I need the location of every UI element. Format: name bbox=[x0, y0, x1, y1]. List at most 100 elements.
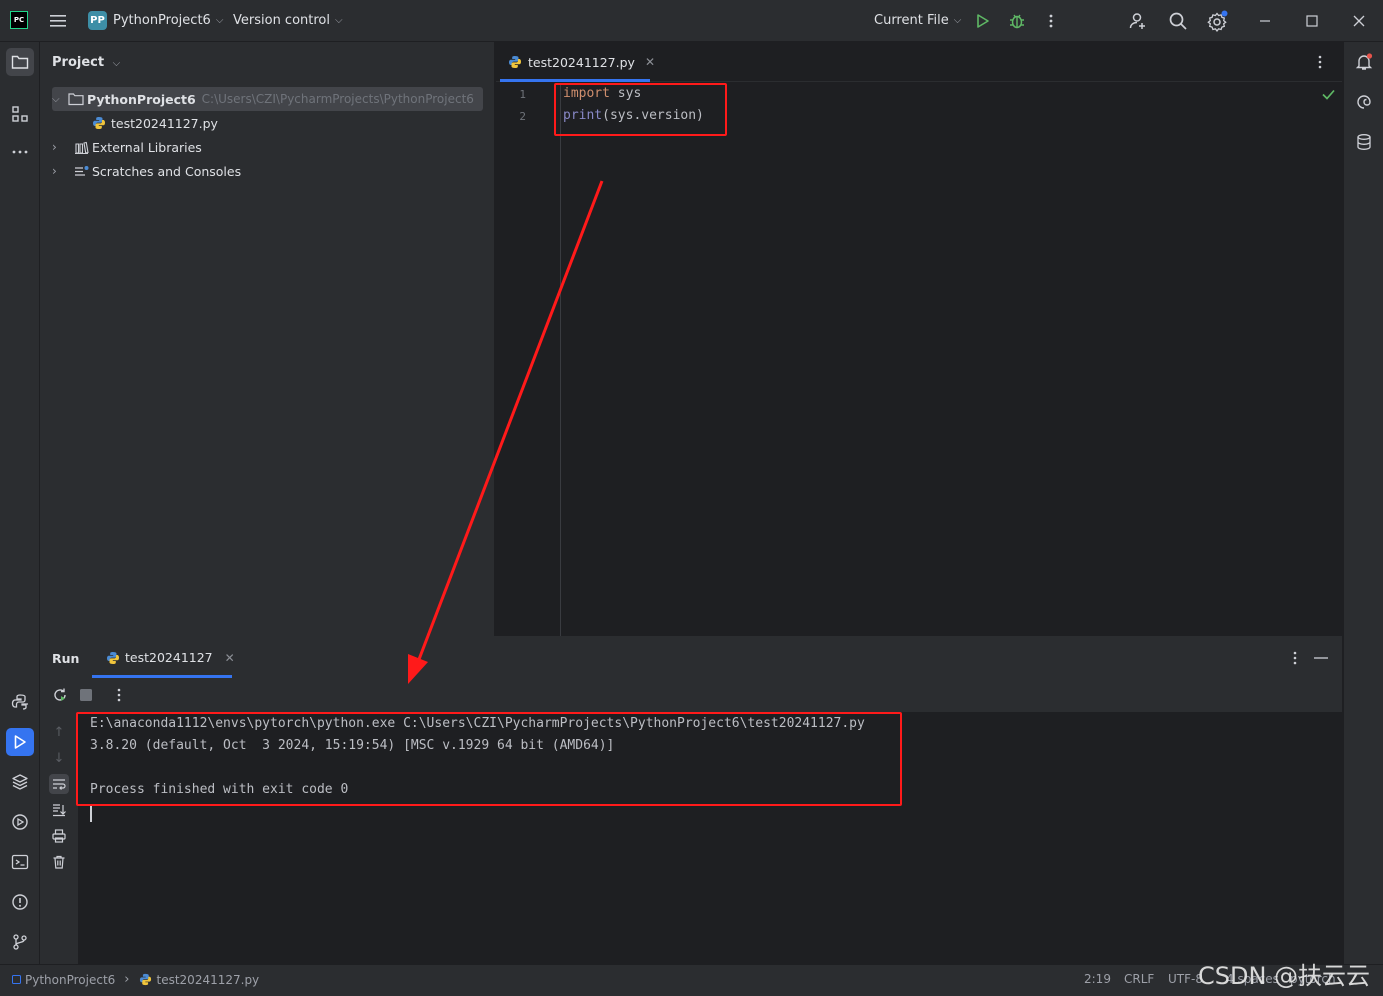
git-tool-button[interactable] bbox=[6, 928, 34, 956]
more-actions-icon[interactable] bbox=[117, 687, 121, 703]
maximize-window-icon[interactable] bbox=[1301, 10, 1323, 32]
hide-panel-icon[interactable] bbox=[1314, 657, 1328, 659]
debug-button[interactable] bbox=[1006, 10, 1028, 32]
project-badge[interactable]: PP bbox=[88, 11, 107, 30]
project-root-name: PythonProject6 bbox=[87, 91, 196, 107]
breadcrumb-file[interactable]: test20241127.py bbox=[157, 973, 260, 987]
minimize-window-icon[interactable] bbox=[1254, 10, 1276, 32]
run-config-selector[interactable]: Current File ⌵ bbox=[874, 13, 961, 28]
project-view-selector[interactable]: Project ⌵ bbox=[52, 55, 120, 70]
tree-item-project-root[interactable]: ⌵ PythonProject6 C:\Users\CZI\PycharmPro… bbox=[52, 87, 483, 111]
run-config-label: Current File bbox=[874, 13, 949, 28]
code-line-1[interactable]: import sys bbox=[563, 86, 641, 101]
main-menu-icon[interactable] bbox=[48, 12, 68, 30]
python-file-icon bbox=[93, 117, 105, 129]
database-tool-button[interactable] bbox=[1350, 128, 1378, 156]
ai-assistant-tool-button[interactable] bbox=[1350, 88, 1378, 116]
soft-wrap-icon[interactable] bbox=[49, 774, 69, 794]
print-icon[interactable] bbox=[49, 826, 69, 846]
editor-tab[interactable]: test20241127.py ✕ bbox=[496, 42, 669, 82]
console-output-line: E:\anaconda1112\envs\pytorch\python.exe … bbox=[90, 716, 865, 731]
arrow-up-icon[interactable]: ↑ bbox=[49, 722, 69, 742]
rerun-icon[interactable] bbox=[52, 687, 68, 703]
project-tool-button[interactable] bbox=[6, 48, 34, 76]
run-panel-title: Run bbox=[52, 651, 80, 666]
builtin-token: print bbox=[563, 108, 603, 123]
code-token: sys bbox=[609, 86, 642, 101]
problems-tool-button[interactable] bbox=[6, 888, 34, 916]
more-actions-icon[interactable] bbox=[1040, 10, 1062, 32]
run-tab-label: test20241127 bbox=[125, 650, 213, 665]
no-problems-check-icon[interactable] bbox=[1322, 89, 1335, 100]
project-panel-title: Project bbox=[52, 55, 105, 70]
run-button[interactable] bbox=[972, 10, 994, 32]
project-switcher[interactable]: PythonProject6 ⌵ bbox=[113, 13, 223, 28]
layers-icon bbox=[12, 774, 28, 790]
line-ending-selector[interactable]: CRLF bbox=[1124, 972, 1154, 986]
caret-position[interactable]: 2:19 bbox=[1084, 972, 1111, 986]
python-packages-tool-button[interactable] bbox=[6, 768, 34, 796]
external-libraries-label: External Libraries bbox=[92, 139, 202, 155]
keyword-token: import bbox=[563, 86, 610, 101]
run-tab[interactable]: test20241127 ✕ bbox=[100, 637, 235, 678]
console-side-toolbar: ↑ ↓ bbox=[40, 712, 78, 965]
structure-tool-button[interactable] bbox=[6, 100, 34, 128]
line-number: 1 bbox=[519, 88, 526, 101]
project-switcher-label: PythonProject6 bbox=[113, 13, 211, 28]
services-tool-button[interactable] bbox=[6, 808, 34, 836]
folder-icon bbox=[68, 93, 84, 106]
file-name-label: test20241127.py bbox=[111, 115, 218, 131]
chevron-right-icon[interactable]: › bbox=[52, 164, 74, 178]
left-tool-strip bbox=[0, 42, 40, 964]
tree-item-scratches[interactable]: › Scratches and Consoles bbox=[52, 159, 241, 183]
version-control-menu[interactable]: Version control ⌵ bbox=[233, 13, 343, 28]
library-icon bbox=[75, 141, 89, 154]
title-bar: PC PP PythonProject6 ⌵ Version control ⌵… bbox=[0, 0, 1383, 42]
breadcrumb: PythonProject6 › test20241127.py bbox=[12, 972, 259, 987]
right-tool-strip bbox=[1343, 42, 1383, 964]
chevron-down-icon: ⌵ bbox=[953, 15, 962, 26]
run-tool-button[interactable] bbox=[6, 728, 34, 756]
trash-icon[interactable] bbox=[49, 852, 69, 872]
breadcrumb-project[interactable]: PythonProject6 bbox=[25, 973, 115, 987]
python-console-tool-button[interactable] bbox=[6, 688, 34, 716]
more-tools-icon[interactable] bbox=[6, 138, 34, 166]
python-console-icon bbox=[11, 694, 28, 710]
code-token: (sys.version) bbox=[602, 108, 704, 123]
close-tab-icon[interactable]: ✕ bbox=[225, 651, 235, 665]
console-caret[interactable] bbox=[90, 806, 92, 822]
run-panel: Run test20241127 ✕ ↑ ↓ E:\anaconda1112\e… bbox=[40, 636, 1342, 965]
active-tab-indicator bbox=[500, 79, 650, 82]
chevron-down-icon: ⌵ bbox=[335, 15, 343, 26]
python-file-icon bbox=[509, 56, 521, 68]
code-editor: test20241127.py ✕ 1 2 import sys print(s… bbox=[496, 42, 1342, 636]
database-icon bbox=[1357, 134, 1371, 150]
run-options-icon[interactable] bbox=[1293, 650, 1297, 666]
add-user-icon[interactable] bbox=[1127, 10, 1149, 32]
console-output-line: 3.8.20 (default, Oct 3 2024, 15:19:54) [… bbox=[90, 738, 615, 753]
terminal-tool-button[interactable] bbox=[6, 848, 34, 876]
editor-options-icon[interactable] bbox=[1318, 54, 1322, 70]
close-window-icon[interactable] bbox=[1348, 10, 1370, 32]
chevron-down-icon: ⌵ bbox=[112, 58, 121, 69]
editor-tab-label: test20241127.py bbox=[528, 54, 635, 70]
settings-gear-icon[interactable] bbox=[1207, 10, 1229, 32]
tree-item-external-libraries[interactable]: › External Libraries bbox=[52, 135, 202, 159]
gutter-divider bbox=[560, 83, 561, 636]
code-line-2[interactable]: print(sys.version) bbox=[563, 108, 704, 123]
status-bar: PythonProject6 › test20241127.py 2:19 CR… bbox=[0, 964, 1383, 996]
ai-spiral-icon bbox=[1357, 95, 1371, 109]
python-file-icon bbox=[107, 651, 119, 664]
console-output-line: Process finished with exit code 0 bbox=[90, 782, 349, 797]
notifications-tool-button[interactable] bbox=[1350, 48, 1378, 76]
tree-item-file[interactable]: test20241127.py bbox=[92, 111, 218, 135]
stop-icon[interactable] bbox=[80, 689, 92, 701]
arrow-down-icon[interactable]: ↓ bbox=[49, 748, 69, 768]
structure-icon bbox=[12, 106, 28, 122]
chevron-down-icon[interactable]: ⌵ bbox=[52, 94, 68, 105]
chevron-right-icon[interactable]: › bbox=[52, 140, 74, 154]
search-icon[interactable] bbox=[1167, 10, 1189, 32]
play-icon bbox=[977, 14, 989, 28]
close-tab-icon[interactable]: ✕ bbox=[645, 55, 655, 69]
scroll-to-end-icon[interactable] bbox=[49, 800, 69, 820]
